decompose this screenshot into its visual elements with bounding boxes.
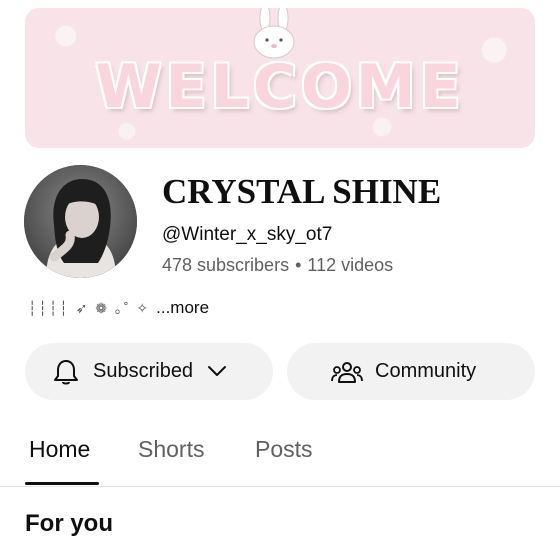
stats-separator: •	[295, 255, 302, 275]
channel-avatar[interactable]	[24, 165, 137, 278]
bell-icon	[53, 358, 79, 386]
chevron-down-icon	[207, 360, 227, 383]
tab-posts[interactable]: Posts	[255, 436, 313, 463]
subscriber-count: 478 subscribers	[162, 255, 290, 275]
channel-name: CRYSTAL SHINE	[162, 172, 442, 211]
community-button[interactable]: Community	[287, 343, 535, 400]
banner-welcome-text: WELCOME	[95, 52, 465, 122]
channel-handle: @Winter_x_sky_ot7	[162, 224, 333, 245]
more-link[interactable]: ...more	[156, 298, 209, 318]
community-icon	[331, 361, 363, 383]
video-count: 112 videos	[307, 255, 394, 275]
tab-home[interactable]: Home	[29, 436, 90, 463]
bio-decoration: ┆┆┆┆ ➶ ❁ ｡˚ ✧	[28, 300, 151, 316]
channel-stats: 478 subscribers • 112 videos	[162, 255, 393, 276]
section-title-for-you: For you	[25, 510, 113, 537]
active-tab-indicator	[25, 482, 99, 485]
channel-tabs: Home Shorts Posts	[0, 420, 560, 487]
subscribed-button[interactable]: Subscribed	[25, 343, 273, 400]
tab-shorts[interactable]: Shorts	[138, 436, 204, 463]
community-label: Community	[375, 360, 477, 382]
avatar-image	[24, 165, 137, 278]
subscribed-label: Subscribed	[93, 360, 194, 382]
channel-banner[interactable]: WELCOME	[25, 8, 535, 148]
channel-description[interactable]: ┆┆┆┆ ➶ ❁ ｡˚ ✧ ...more	[28, 298, 209, 318]
